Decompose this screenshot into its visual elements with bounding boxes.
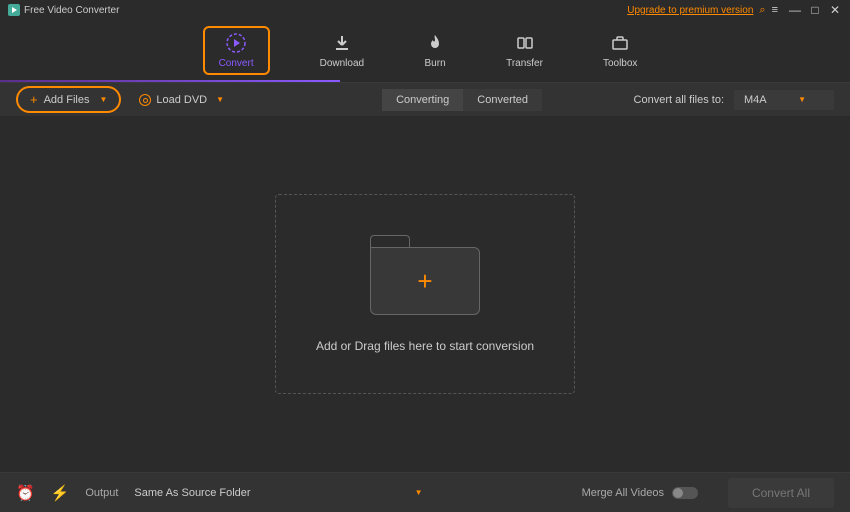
- titlebar: Free Video Converter Upgrade to premium …: [0, 0, 850, 20]
- nav-burn[interactable]: Burn: [414, 28, 456, 73]
- output-folder-value: Same As Source Folder: [134, 487, 250, 499]
- status-tabs: Converting Converted: [382, 89, 542, 111]
- app-title: Free Video Converter: [24, 5, 119, 16]
- close-button[interactable]: ✕: [828, 3, 842, 17]
- content-area: + Add or Drag files here to start conver…: [0, 116, 850, 472]
- tab-converting[interactable]: Converting: [382, 89, 463, 111]
- merge-label: Merge All Videos: [582, 487, 664, 499]
- transfer-icon: [514, 32, 536, 54]
- nav-label: Convert: [219, 58, 254, 69]
- convert-icon: [225, 32, 247, 54]
- dropzone[interactable]: + Add or Drag files here to start conver…: [275, 194, 575, 394]
- nav-label: Download: [320, 58, 364, 69]
- nav-convert[interactable]: Convert: [203, 26, 270, 75]
- nav-label: Transfer: [506, 58, 543, 69]
- tab-converted[interactable]: Converted: [463, 89, 542, 111]
- nav-download[interactable]: Download: [310, 28, 374, 73]
- download-icon: [331, 32, 353, 54]
- burn-icon: [424, 32, 446, 54]
- format-selected-value: M4A: [744, 94, 767, 106]
- maximize-button[interactable]: □: [808, 3, 822, 17]
- toolbox-icon: [609, 32, 631, 54]
- nav-transfer[interactable]: Transfer: [496, 28, 553, 73]
- upgrade-link[interactable]: Upgrade to premium version: [627, 5, 753, 16]
- plus-icon: +: [30, 92, 38, 107]
- convert-all-button[interactable]: Convert All: [728, 478, 834, 508]
- gpu-icon[interactable]: ⚡: [51, 484, 70, 502]
- output-label: Output: [85, 487, 118, 499]
- clock-icon[interactable]: ⏰: [16, 484, 35, 502]
- footer: ⏰ ⚡ Output Same As Source Folder ▼ Merge…: [0, 472, 850, 512]
- caret-down-icon: ▼: [415, 488, 423, 497]
- nav-label: Toolbox: [603, 58, 637, 69]
- load-dvd-label: Load DVD: [156, 94, 207, 106]
- toolbar: + Add Files ▼ Load DVD ▼ Converting Conv…: [0, 82, 850, 116]
- disc-icon: [139, 94, 151, 106]
- add-files-label: Add Files: [44, 94, 90, 106]
- add-files-button[interactable]: + Add Files ▼: [16, 86, 121, 113]
- nav-label: Burn: [425, 58, 446, 69]
- convert-to-label: Convert all files to:: [634, 94, 724, 106]
- search-icon[interactable]: ⌕: [759, 4, 765, 17]
- caret-down-icon: ▼: [99, 95, 107, 104]
- caret-down-icon: ▼: [798, 95, 806, 104]
- app-logo-icon: [8, 4, 20, 16]
- nav-toolbox[interactable]: Toolbox: [593, 28, 647, 73]
- menu-icon[interactable]: ≡: [772, 4, 778, 16]
- merge-toggle[interactable]: [672, 487, 698, 499]
- format-select[interactable]: M4A ▼: [734, 90, 834, 110]
- main-nav: Convert Download Burn Transfer Toolbox: [0, 20, 850, 80]
- convert-to-group: Convert all files to: M4A ▼: [634, 90, 834, 110]
- plus-icon: +: [417, 266, 432, 297]
- load-dvd-button[interactable]: Load DVD ▼: [139, 94, 224, 106]
- folder-icon: +: [370, 235, 480, 315]
- output-folder-select[interactable]: Same As Source Folder ▼: [134, 487, 422, 499]
- minimize-button[interactable]: —: [788, 3, 802, 17]
- caret-down-icon: ▼: [216, 95, 224, 104]
- dropzone-text: Add or Drag files here to start conversi…: [316, 339, 534, 353]
